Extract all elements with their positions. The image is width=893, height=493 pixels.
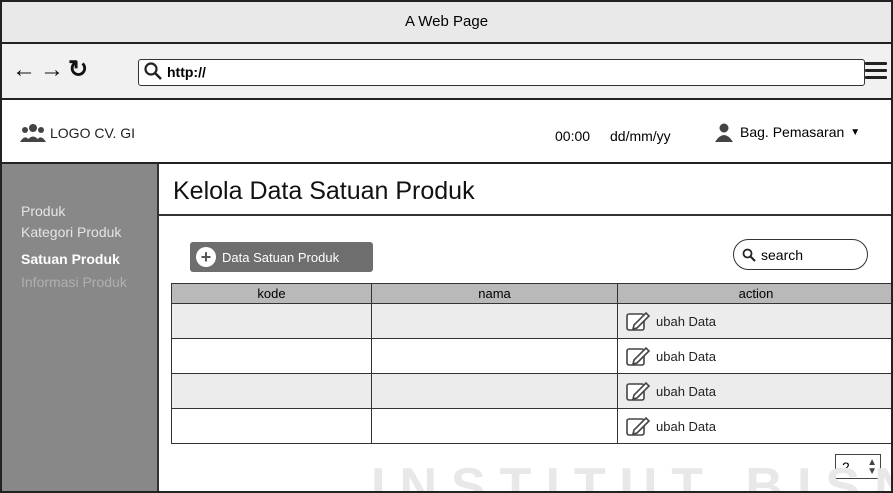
table-row: ubah Data [171,303,891,339]
search-placeholder: search [761,246,804,263]
hamburger-menu-icon[interactable] [865,62,887,83]
edit-link[interactable]: ubah Data [618,310,891,332]
add-data-satuan-button[interactable]: + Data Satuan Produk [190,242,373,272]
cell-action: ubah Data [617,338,891,374]
search-icon [144,62,162,80]
cell-action: ubah Data [617,373,891,409]
sidebar-item-produk[interactable]: Produk [21,203,65,219]
reload-icon[interactable]: ↻ [68,58,88,82]
column-header-nama: nama [371,283,618,304]
edit-label: ubah Data [656,418,716,434]
cell-action: ubah Data [617,303,891,339]
chevron-down-icon: ▼ [850,126,861,138]
edit-link[interactable]: ubah Data [618,345,891,367]
edit-label: ubah Data [656,348,716,364]
cell-action: ubah Data [617,408,891,444]
table-row: ubah Data [171,408,891,444]
users-icon [20,124,46,142]
user-menu[interactable]: Bag. Pemasaran ▼ [714,122,860,142]
edit-label: ubah Data [656,313,716,329]
page-title: Kelola Data Satuan Produk [173,177,475,205]
edit-link[interactable]: ubah Data [618,415,891,437]
table-row: ubah Data [171,373,891,409]
logo: LOGO CV. GI [20,122,135,144]
cell-kode [171,408,372,444]
browser-window: A Web Page ← → ↻ http:// LOGO CV. GI 00:… [0,0,893,493]
edit-link[interactable]: ubah Data [618,380,891,402]
sidebar: Produk Kategori Produk Satuan Produk Inf… [2,164,159,491]
sidebar-item-satuan-produk[interactable]: Satuan Produk [21,251,120,267]
cell-nama [371,373,618,409]
column-header-action: action [617,283,891,304]
cell-kode [171,338,372,374]
cell-nama [371,303,618,339]
search-icon [742,248,756,262]
url-text: http:// [167,64,206,80]
logo-text: LOGO CV. GI [50,125,136,141]
edit-icon [626,381,651,401]
forward-icon[interactable]: → [40,58,64,82]
column-header-kode: kode [171,283,372,304]
cell-nama [371,338,618,374]
back-icon[interactable]: ← [12,58,36,82]
plus-icon: + [196,247,216,267]
sidebar-item-informasi-produk[interactable]: Informasi Produk [21,274,127,290]
user-icon [715,123,733,142]
table-header-row: kode nama action [171,283,891,304]
add-button-label: Data Satuan Produk [222,249,340,265]
browser-toolbar: ← → ↻ http:// [2,44,891,100]
edit-icon [626,346,651,366]
window-title: A Web Page [404,13,489,30]
table-row: ubah Data [171,338,891,374]
clock-time: 00:00 [555,128,591,144]
search-input[interactable]: search [733,239,868,270]
title-divider [159,214,891,216]
title-bar: A Web Page [2,2,891,44]
satuan-table: kode nama action ubah Data ubah Data uba… [171,283,891,444]
cell-kode [171,373,372,409]
cell-nama [371,408,618,444]
watermark-text: INSTITUT BISNIS [371,458,891,493]
edit-icon [626,311,651,331]
app-header: LOGO CV. GI 00:00 dd/mm/yy Bag. Pemasara… [2,100,891,164]
cell-kode [171,303,372,339]
clock-date: dd/mm/yy [610,128,671,144]
address-bar[interactable]: http:// [138,59,865,86]
edit-icon [626,416,651,436]
sidebar-item-kategori-produk[interactable]: Kategori Produk [21,224,121,240]
edit-label: ubah Data [656,383,716,399]
user-name: Bag. Pemasaran [740,124,845,140]
